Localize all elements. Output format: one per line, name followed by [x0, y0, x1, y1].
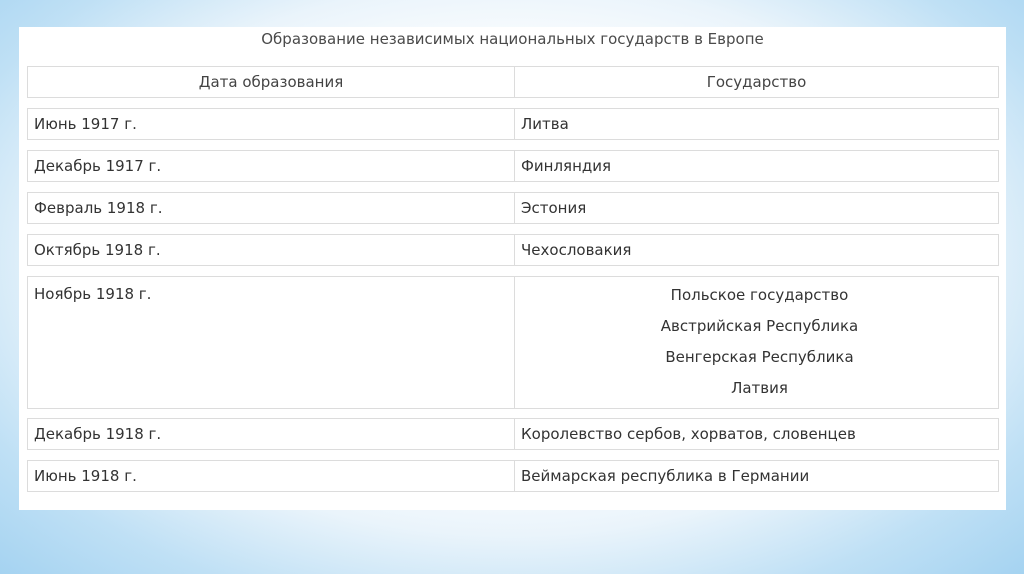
state-cell: Веймарская республика в Германии — [514, 460, 999, 492]
table-row: Июнь 1918 г. Веймарская республика в Гер… — [27, 460, 999, 492]
state-name: Латвия — [731, 379, 788, 397]
state-cell: Королевство сербов, хорватов, словенцев — [514, 418, 999, 450]
header-state: Государство — [514, 66, 999, 98]
header-date: Дата образования — [27, 66, 514, 98]
table-caption: Образование независимых национальных гос… — [261, 30, 764, 48]
table-row: Февраль 1918 г. Эстония — [27, 192, 999, 224]
state-cell-multi: Польское государство Австрийская Республ… — [514, 276, 999, 409]
state-name: Польское государство — [670, 286, 849, 304]
table-row: Ноябрь 1918 г. Польское государство Авст… — [27, 276, 999, 409]
date-cell: Октябрь 1918 г. — [27, 234, 514, 266]
table-row: Декабрь 1917 г. Финляндия — [27, 150, 999, 182]
slide: Образование независимых национальных гос… — [19, 27, 1006, 510]
date-cell: Ноябрь 1918 г. — [27, 276, 514, 409]
date-cell: Июнь 1918 г. — [27, 460, 514, 492]
state-cell: Чехословакия — [514, 234, 999, 266]
table-row: Июнь 1917 г. Литва — [27, 108, 999, 140]
date-cell: Июнь 1917 г. — [27, 108, 514, 140]
date-cell: Декабрь 1917 г. — [27, 150, 514, 182]
table-header-row: Дата образования Государство — [27, 66, 999, 98]
table-row: Декабрь 1918 г. Королевство сербов, хорв… — [27, 418, 999, 450]
state-cell: Эстония — [514, 192, 999, 224]
state-cell: Финляндия — [514, 150, 999, 182]
table-row: Октябрь 1918 г. Чехословакия — [27, 234, 999, 266]
date-cell: Декабрь 1918 г. — [27, 418, 514, 450]
state-name: Австрийская Республика — [660, 317, 859, 335]
date-cell: Февраль 1918 г. — [27, 192, 514, 224]
state-cell: Литва — [514, 108, 999, 140]
state-name: Венгерская Республика — [665, 348, 854, 366]
